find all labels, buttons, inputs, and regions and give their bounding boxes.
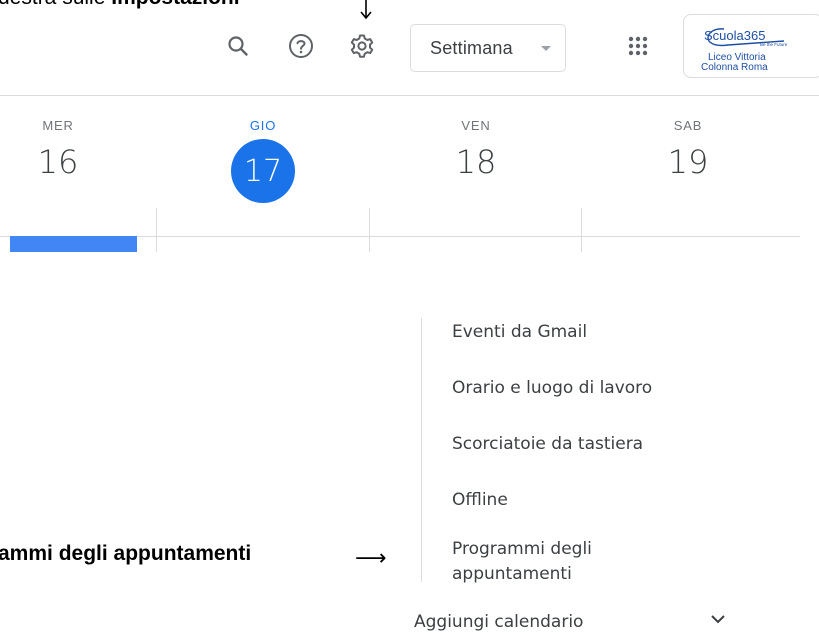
add-calendar-label[interactable]: Aggiungi calendario [414, 612, 583, 632]
menu-item-offline[interactable]: Offline [452, 488, 508, 513]
arrow-right-icon: ⟶ [355, 546, 387, 571]
menu-item-label-line2: appuntamenti [452, 564, 572, 584]
day-column-fri[interactable]: VEN 18 [446, 118, 506, 181]
grid-column-divider [369, 208, 370, 252]
day-number[interactable]: 16 [28, 143, 88, 181]
logo-brand: Scuola365 [704, 28, 765, 43]
menu-divider [421, 318, 422, 582]
logo-tagline: Be the Future [760, 42, 788, 47]
day-column-sat[interactable]: SAB 19 [658, 118, 718, 181]
help-icon[interactable] [283, 28, 319, 64]
arrow-down-icon [360, 0, 372, 20]
day-number[interactable]: 19 [658, 143, 718, 181]
logo-line2: Colonna Roma [701, 62, 768, 73]
grid-column-divider [156, 208, 157, 252]
day-number[interactable]: 18 [446, 143, 506, 181]
grid-column-divider [581, 208, 582, 252]
caption-bottom: ammi degli appuntamenti [0, 542, 252, 565]
day-name: MER [42, 118, 74, 133]
school-logo-icon: Scuola365 Be the Future Liceo Vittoria C… [701, 28, 788, 73]
view-selector[interactable]: Settimana [410, 24, 566, 72]
menu-item-keyboard-shortcuts[interactable]: Scorciatoie da tastiera [452, 432, 643, 457]
caption-top-prefix: destra sulle [0, 0, 111, 9]
menu-item-working-hours[interactable]: Orario e luogo di lavoro [452, 376, 652, 401]
menu-item-gmail-events[interactable]: Eventi da Gmail [452, 320, 587, 345]
header-divider [0, 95, 819, 96]
search-icon[interactable] [220, 28, 256, 64]
day-name: VEN [461, 118, 491, 133]
caret-down-icon [541, 46, 551, 51]
today-date-badge[interactable]: 17 [231, 139, 295, 203]
apps-grid-icon[interactable] [620, 28, 656, 64]
day-name: GIO [249, 118, 277, 133]
day-number: 17 [243, 153, 283, 189]
day-column-wed[interactable]: MER 16 [28, 118, 88, 181]
menu-item-appointment-schedules[interactable]: Programmi degli appuntamenti [452, 537, 592, 587]
day-column-thu[interactable]: GIO [233, 118, 293, 133]
all-day-event-bar[interactable] [10, 236, 137, 252]
account-logo[interactable]: Scuola365 Be the Future Liceo Vittoria C… [683, 14, 819, 78]
caption-top: destra sulle Impostazioni [0, 0, 240, 10]
caption-top-bold: Impostazioni [111, 0, 239, 9]
chevron-down-icon[interactable] [708, 612, 728, 628]
day-name: SAB [673, 118, 703, 133]
view-selector-label: Settimana [430, 37, 513, 58]
menu-item-label-line1: Programmi degli [452, 539, 592, 559]
settings-gear-icon[interactable] [344, 28, 380, 64]
